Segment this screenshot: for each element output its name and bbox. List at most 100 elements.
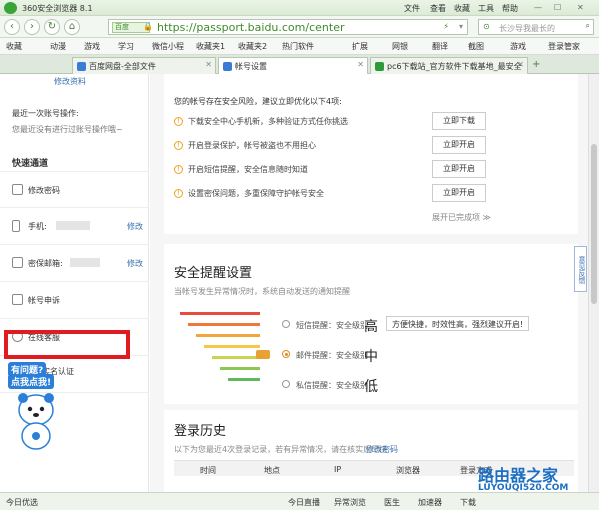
url-input[interactable]: 百度 🔒 https://passport.baidu.com/center ⚡… (108, 19, 468, 35)
search-icon[interactable]: ⌕ (586, 21, 590, 31)
enable-question-button[interactable]: 立即开启 (432, 184, 486, 202)
download-now-button[interactable]: 立即下载 (432, 112, 486, 130)
cloud-icon (77, 62, 86, 71)
edit-phone-link[interactable]: 修改 (127, 221, 143, 232)
forward-icon[interactable]: › (24, 19, 40, 35)
search-engine-icon[interactable]: ⊙ (483, 22, 490, 31)
nav-change-password[interactable]: 修改密码 (0, 171, 149, 208)
expand-completed-link[interactable]: 展开已完成项 ≫ (432, 212, 491, 223)
mascot-text-2: 点我点我! (8, 374, 55, 389)
risk-item: ! 开启短信提醒，安全信息随时知道 立即开启 (174, 160, 494, 180)
nav-label: 手机: (28, 222, 47, 231)
login-history-desc: 以下为您最近4次登录记录，若有异常情况，请在核实后尽快 (174, 445, 388, 454)
option-tooltip: 方便快捷，时效性高，强烈建议开启! (386, 316, 530, 331)
fav-folder[interactable]: 收藏夹1 (196, 41, 225, 52)
favorites-label[interactable]: 收藏 (6, 41, 22, 52)
nav-appeal[interactable]: 帐号申诉 (0, 282, 149, 319)
tab-close-icon[interactable]: ✕ (205, 60, 212, 69)
tab-baidu-pan[interactable]: 百度网盘-全部文件 ✕ (72, 57, 216, 74)
today-picks[interactable]: 今日优选 (6, 497, 38, 508)
search-placeholder: 长沙导我最长的 (499, 24, 555, 33)
option-private-msg[interactable]: 私信提醒：安全级别 低 (282, 376, 482, 395)
search-input[interactable]: ⊙ 长沙导我最长的 ⌕ (478, 19, 594, 35)
abnormal-browse[interactable]: 异常浏览 (334, 497, 366, 508)
maximize-icon[interactable]: ☐ (554, 3, 561, 12)
address-bar: ‹ › ↻ ⌂ 百度 🔒 https://passport.baidu.com/… (0, 16, 599, 38)
home-icon[interactable]: ⌂ (64, 19, 80, 35)
fav-folder[interactable]: 游戏 (84, 41, 100, 52)
edit-email-link[interactable]: 修改 (127, 258, 143, 269)
refresh-icon[interactable]: ↻ (44, 19, 60, 35)
main-area: 您的帐号存在安全风险，建议立即优化以下4项: ! 下载安全中心手机新，多种验证方… (150, 74, 588, 492)
back-icon[interactable]: ‹ (4, 19, 20, 35)
menu-favorites[interactable]: 收藏 (454, 3, 470, 14)
fav-folder[interactable]: 学习 (118, 41, 134, 52)
masked-phone (56, 221, 90, 230)
menu-view[interactable]: 查看 (430, 3, 446, 14)
nav-email[interactable]: 密保邮箱: 修改 (0, 245, 149, 282)
scrollbar-thumb[interactable] (591, 144, 597, 304)
tab-close-icon[interactable]: ✕ (517, 60, 524, 69)
tab-label: pc6下载站_官方软件下载基地_最安全 (387, 62, 522, 71)
level-bar (204, 345, 260, 348)
mascot-bubble[interactable]: 有问题? 点我点我! (8, 362, 68, 392)
url-text[interactable]: https://passport.baidu.com/center (157, 21, 344, 34)
option-label: 短信提醒：安全级别 (296, 321, 368, 330)
window-title: 360安全浏览器 8.1 (22, 4, 93, 13)
ext-bank[interactable]: 网银 (392, 41, 408, 52)
lock-icon: 🔒 (143, 22, 153, 31)
tab-pc6[interactable]: pc6下载站_官方软件下载基地_最安全 ✕ (370, 57, 528, 74)
doctor[interactable]: 医生 (384, 497, 400, 508)
option-sms[interactable]: 短信提醒：安全级别 高 方便快捷，时效性高，强烈建议开启! (282, 316, 582, 335)
downloads[interactable]: 下载 (460, 497, 476, 508)
accelerator[interactable]: 加速器 (418, 497, 442, 508)
tab-close-icon[interactable]: ✕ (357, 60, 364, 69)
tab-bar: 百度网盘-全部文件 ✕ 帐号设置 ✕ pc6下载站_官方软件下载基地_最安全 ✕… (0, 55, 599, 74)
reminder-desc: 当帐号发生异常情况时，系统自动发送的通知提醒 (174, 287, 350, 296)
ext-games[interactable]: 游戏 (510, 41, 526, 52)
warning-icon: ! (174, 189, 183, 198)
fav-folder[interactable]: 微信小程 (152, 41, 184, 52)
radio-email[interactable] (282, 350, 290, 358)
radio-sms[interactable] (282, 320, 290, 328)
ext-translate[interactable]: 翻译 (432, 41, 448, 52)
feedback-tab[interactable]: 意见反馈 (574, 246, 587, 292)
col-location: 地点 (264, 466, 280, 475)
menu-file[interactable]: 文件 (404, 3, 420, 14)
nav-label: 密保邮箱: (28, 259, 63, 268)
radio-private-msg[interactable] (282, 380, 290, 388)
tab-account-settings[interactable]: 帐号设置 ✕ (218, 57, 368, 74)
ext-extend[interactable]: 扩展 (352, 41, 368, 52)
change-password-link[interactable]: 修改密码 (366, 444, 398, 455)
lightning-icon[interactable]: ⚡ (443, 22, 449, 31)
reminder-title: 安全提醒设置 (174, 266, 253, 281)
minimize-icon[interactable]: — (534, 3, 542, 12)
lock-icon (12, 184, 23, 195)
level-bar (228, 378, 260, 381)
option-label: 私信提醒：安全级别 (296, 381, 368, 390)
last-op-title: 最近一次账号操作: (12, 109, 79, 118)
page-content: 修改资料 最近一次账号操作: 您最近没有进行过账号操作哦~ 快速通道 修改密码 … (0, 74, 599, 492)
nav-phone[interactable]: 手机: 修改 (0, 208, 149, 245)
level-bar (188, 323, 260, 326)
new-tab-icon[interactable]: + (532, 59, 546, 71)
risk-item: ! 设置密保问题，多重保障守护帐号安全 立即开启 (174, 184, 494, 204)
enable-sms-button[interactable]: 立即开启 (432, 160, 486, 178)
menu-help[interactable]: 帮助 (502, 3, 518, 14)
bear-mascot-icon[interactable] (14, 392, 58, 452)
dropdown-icon[interactable]: ▾ (459, 22, 463, 31)
close-icon[interactable]: ✕ (577, 3, 584, 12)
ext-screenshot[interactable]: 截图 (468, 41, 484, 52)
page-scrollbar[interactable] (588, 74, 599, 492)
menu-tools[interactable]: 工具 (478, 3, 494, 14)
quick-access-title: 快速通道 (12, 159, 49, 169)
enable-login-protect-button[interactable]: 立即开启 (432, 136, 486, 154)
edit-profile-link[interactable]: 修改资料 (54, 76, 86, 87)
fav-folder[interactable]: 收藏夹2 (238, 41, 267, 52)
option-email[interactable]: 邮件提醒：安全级别 中 (282, 346, 482, 365)
fav-folder[interactable]: 动漫 (50, 41, 66, 52)
nav-label: 修改密码 (28, 186, 60, 195)
today-live[interactable]: 今日直播 (288, 497, 320, 508)
ext-login-manager[interactable]: 登录管家 (548, 41, 580, 52)
fav-folder[interactable]: 热门软件 (282, 41, 314, 52)
